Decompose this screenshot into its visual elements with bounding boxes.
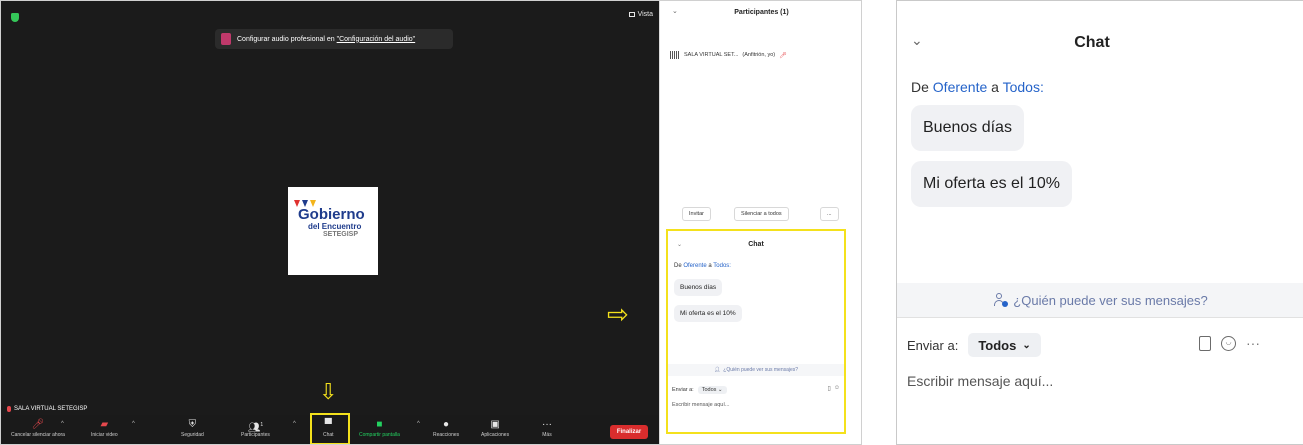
chat-small-message: Buenos días bbox=[674, 279, 723, 296]
mute-all-button[interactable]: Silenciar a todos bbox=[734, 207, 789, 221]
more-button[interactable]: ··· Más bbox=[542, 418, 552, 438]
chat-button-highlight bbox=[310, 413, 350, 444]
participants-more-button[interactable]: ... bbox=[820, 207, 839, 221]
chat-panel-small: ⌄ Chat De Oferente a Todos: Buenos días … bbox=[666, 229, 846, 434]
mute-options-caret[interactable]: ^ bbox=[61, 421, 64, 427]
logo-line-1: Gobierno bbox=[298, 206, 365, 223]
view-button[interactable]: Vista bbox=[628, 11, 653, 18]
participant-avatar bbox=[670, 51, 680, 59]
gobierno-logo: Gobierno del Encuentro SETEGISP bbox=[288, 187, 378, 275]
send-to-row: Enviar a: Todos ⌄ bbox=[907, 333, 1041, 357]
chat-small-sender[interactable]: Oferente bbox=[683, 263, 706, 269]
emoji-icon[interactable]: ◡ bbox=[1221, 335, 1236, 351]
recipient-select[interactable]: Todos ⌄ bbox=[968, 333, 1041, 357]
muted-mic-icon bbox=[7, 406, 11, 412]
message-input[interactable]: Escribir mensaje aquí... bbox=[907, 373, 1053, 389]
apps-icon: ▣ bbox=[490, 419, 500, 430]
security-shield-icon bbox=[11, 13, 19, 22]
participants-icon: 👥︎1 bbox=[247, 422, 264, 434]
video-off-icon: ▰ bbox=[100, 419, 109, 430]
person-icon: 👤︎ bbox=[713, 367, 721, 373]
toast-text: Configurar audio profesional en "Configu… bbox=[237, 35, 416, 43]
share-screen-icon: ■ bbox=[376, 419, 383, 430]
participant-row[interactable]: SALA VIRTUAL SET... (Anfitrión, yo) 🎤︎ bbox=[670, 51, 787, 59]
participants-title: Participantes (1) bbox=[734, 8, 789, 16]
screenshot-stage: Vista Configurar audio profesional en "C… bbox=[0, 0, 1303, 445]
zoom-meeting-window: Vista Configurar audio profesional en "C… bbox=[0, 0, 862, 445]
chat-from-line: De Oferente a Todos: bbox=[911, 79, 1044, 95]
file-icon[interactable]: ▯ bbox=[828, 385, 831, 392]
more-dots-icon: ··· bbox=[542, 419, 552, 430]
participant-name: SALA VIRTUAL SET... bbox=[684, 52, 739, 58]
send-to-label: Enviar a: bbox=[907, 337, 959, 353]
chat-small-input[interactable]: Escribir mensaje aquí... bbox=[672, 402, 729, 408]
reactions-button[interactable]: ● Reacciones bbox=[433, 418, 459, 438]
chevron-down-icon: ⌄ bbox=[1022, 339, 1031, 351]
security-button[interactable]: ⛨ Seguridad bbox=[181, 418, 204, 438]
share-screen-button[interactable]: ■ Compartir pantalla bbox=[359, 418, 400, 438]
chat-message: Mi oferta es el 10% bbox=[911, 161, 1072, 207]
self-name: SALA VIRTUAL SETEGISP bbox=[14, 406, 88, 412]
shield-icon: ⛨ bbox=[188, 419, 197, 430]
reaction-icon: ● bbox=[443, 419, 450, 430]
mic-muted-icon: 🎤︎ bbox=[31, 419, 45, 430]
self-name-tag: SALA VIRTUAL SETEGISP bbox=[7, 406, 87, 412]
participants-header: ⌄ Participantes (1) bbox=[660, 1, 861, 23]
participant-muted-icon: 🎤︎ bbox=[779, 52, 787, 59]
end-meeting-button[interactable]: Finalizar bbox=[610, 425, 648, 439]
chat-small-title: Chat bbox=[748, 241, 764, 248]
chat-small-from-line: De Oferente a Todos: bbox=[674, 263, 731, 269]
more-icon[interactable]: ··· bbox=[1246, 335, 1260, 351]
share-options-caret[interactable]: ^ bbox=[417, 421, 420, 427]
chat-small-who-can-see[interactable]: 👤︎ ¿Quién puede ver sus mensajes? bbox=[668, 364, 844, 376]
chat-panel: ⌄ Chat De Oferente a Todos: Buenos días … bbox=[896, 0, 1303, 445]
chat-small-recipient[interactable]: Todos: bbox=[713, 263, 731, 269]
emoji-icon[interactable]: ☺ bbox=[834, 385, 840, 392]
grid-icon bbox=[628, 12, 635, 17]
chat-tools: ◡ ··· bbox=[1199, 335, 1260, 351]
chat-small-message: Mi oferta es el 10% bbox=[674, 305, 742, 322]
file-icon[interactable] bbox=[1199, 335, 1211, 351]
video-area: Vista Configurar audio profesional en "C… bbox=[1, 1, 659, 444]
participant-role: (Anfitrión, yo) bbox=[742, 52, 776, 58]
audio-toast: Configurar audio profesional en "Configu… bbox=[215, 29, 453, 49]
chat-small-tools: ▯ ☺ bbox=[828, 385, 840, 392]
audio-settings-icon bbox=[221, 33, 231, 45]
video-options-caret[interactable]: ^ bbox=[132, 421, 135, 427]
logo-line-2: del Encuentro bbox=[308, 222, 362, 231]
who-can-see-messages[interactable]: ¿Quién puede ver sus mensajes? bbox=[897, 283, 1303, 317]
collapse-chevron-icon[interactable]: ⌄ bbox=[672, 7, 678, 15]
apps-button[interactable]: ▣ Aplicaciones bbox=[481, 418, 509, 438]
chat-message: Buenos días bbox=[911, 105, 1024, 151]
recipient-name[interactable]: Todos: bbox=[1003, 79, 1044, 95]
person-icon bbox=[993, 293, 1009, 307]
audio-settings-link[interactable]: "Configuración del audio" bbox=[337, 36, 416, 43]
start-video-button[interactable]: ▰ Iniciar video bbox=[91, 418, 118, 438]
participants-button[interactable]: 👥︎1 Participantes bbox=[241, 418, 270, 438]
divider bbox=[897, 317, 1303, 318]
logo-line-3: SETEGISP bbox=[323, 231, 359, 238]
annotation-arrow-right-icon: ⇨ bbox=[607, 299, 629, 329]
participants-options-caret[interactable]: ^ bbox=[293, 421, 296, 427]
chat-small-send-to: Enviar a: Todos ⌄ bbox=[672, 386, 727, 394]
view-label: Vista bbox=[637, 11, 653, 18]
chat-title: Chat bbox=[1074, 34, 1110, 51]
annotation-arrow-down-icon: ⇩ bbox=[319, 379, 338, 404]
invite-button[interactable]: Invitar bbox=[682, 207, 711, 221]
mute-button[interactable]: 🎤︎ Cancelar silenciar ahora bbox=[11, 418, 65, 438]
chat-small-recipient-select[interactable]: Todos ⌄ bbox=[697, 386, 727, 394]
sender-name[interactable]: Oferente bbox=[933, 79, 987, 95]
